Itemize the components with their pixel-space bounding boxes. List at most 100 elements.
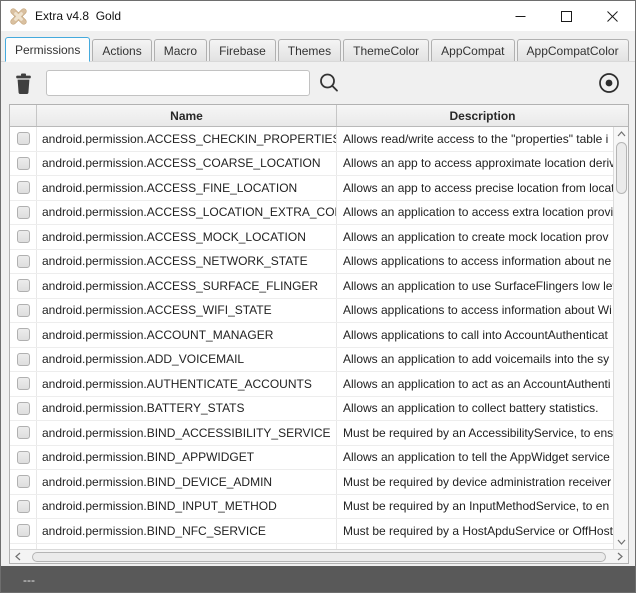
row-checkbox[interactable] bbox=[16, 450, 30, 464]
row-checkbox[interactable] bbox=[16, 524, 30, 538]
row-checkbox[interactable] bbox=[16, 156, 30, 170]
table-row[interactable]: android.permission.ACCESS_SURFACE_FLINGE… bbox=[10, 274, 613, 299]
row-name: android.permission.ACCESS_COARSE_LOCATIO… bbox=[36, 151, 336, 175]
row-checkbox[interactable] bbox=[16, 352, 30, 366]
row-checkbox[interactable] bbox=[16, 328, 30, 342]
window-controls bbox=[497, 1, 635, 31]
row-description: Allows applications to access informatio… bbox=[336, 298, 613, 322]
close-button[interactable] bbox=[589, 1, 635, 31]
table-row[interactable]: android.permission.BIND_NFC_SERVICE Must… bbox=[10, 519, 613, 544]
tab-bar: Permissions Actions Macro Firebase Theme… bbox=[1, 31, 635, 62]
row-description: Must be required by device administratio… bbox=[336, 470, 613, 494]
table-row[interactable]: android.permission.ACCESS_CHECKIN_PROPER… bbox=[10, 127, 613, 152]
row-description: Allows an application to use SurfaceFlin… bbox=[336, 274, 613, 298]
table-row[interactable]: android.permission.ACCESS_MOCK_LOCATION … bbox=[10, 225, 613, 250]
row-checkbox-cell bbox=[10, 127, 36, 151]
row-checkbox-cell bbox=[10, 176, 36, 200]
column-header-description[interactable]: Description bbox=[336, 105, 628, 126]
row-checkbox[interactable] bbox=[16, 303, 30, 317]
table-row[interactable]: android.permission.ACCOUNT_MANAGER Allow… bbox=[10, 323, 613, 348]
search-input[interactable] bbox=[46, 70, 310, 96]
tab-label: Actions bbox=[102, 43, 142, 58]
row-checkbox-cell bbox=[10, 250, 36, 274]
row-description: Allows an app to access approximate loca… bbox=[336, 151, 613, 175]
row-checkbox-cell bbox=[10, 446, 36, 470]
table-row[interactable]: android.permission.ACCESS_LOCATION_EXTRA… bbox=[10, 200, 613, 225]
minimize-button[interactable] bbox=[497, 1, 543, 31]
maximize-button[interactable] bbox=[543, 1, 589, 31]
row-name: android.permission.ADD_VOICEMAIL bbox=[36, 347, 336, 371]
status-text: --- bbox=[23, 573, 35, 587]
table-row[interactable]: android.permission.ADD_VOICEMAIL Allows … bbox=[10, 347, 613, 372]
tab-themes[interactable]: Themes bbox=[277, 39, 342, 61]
vertical-scrollbar-thumb[interactable] bbox=[615, 142, 627, 194]
row-description: Must be required by a HostApduService or… bbox=[336, 519, 613, 543]
table-row[interactable]: android.permission.ACCESS_FINE_LOCATION … bbox=[10, 176, 613, 201]
row-name: android.permission.BIND_NFC_SERVICE bbox=[36, 519, 336, 543]
table-row[interactable]: android.permission.ACCESS_COARSE_LOCATIO… bbox=[10, 151, 613, 176]
horizontal-scrollbar[interactable] bbox=[10, 549, 628, 563]
row-checkbox[interactable] bbox=[16, 205, 30, 219]
row-name: android.permission.ACCESS_SURFACE_FLINGE… bbox=[36, 274, 336, 298]
row-name: android.permission.ACCESS_FINE_LOCATION bbox=[36, 176, 336, 200]
row-checkbox-cell bbox=[10, 152, 36, 176]
search-icon[interactable] bbox=[318, 72, 340, 94]
row-checkbox[interactable] bbox=[16, 181, 30, 195]
vertical-scrollbar[interactable] bbox=[613, 127, 628, 549]
row-description: Allows an application to tell the AppWid… bbox=[336, 445, 613, 469]
row-checkbox-cell bbox=[10, 470, 36, 494]
table-row[interactable]: android.permission.BATTERY_STATS Allows … bbox=[10, 396, 613, 421]
row-checkbox-cell bbox=[10, 225, 36, 249]
window-title: Extra v4.8 Gold bbox=[35, 9, 122, 23]
row-checkbox[interactable] bbox=[16, 499, 30, 513]
row-checkbox[interactable] bbox=[16, 401, 30, 415]
horizontal-scrollbar-thumb[interactable] bbox=[32, 551, 606, 562]
table-row[interactable]: android.permission.BIND_APPWIDGET Allows… bbox=[10, 445, 613, 470]
app-icon bbox=[10, 7, 27, 25]
table-row[interactable]: android.permission.BIND_INPUT_METHOD Mus… bbox=[10, 494, 613, 519]
tab-appcompat[interactable]: AppCompat bbox=[431, 39, 515, 61]
table-row[interactable]: android.permission.ACCESS_WIFI_STATE All… bbox=[10, 298, 613, 323]
row-checkbox[interactable] bbox=[16, 377, 30, 391]
table-row[interactable]: android.permission.BIND_DEVICE_ADMIN Mus… bbox=[10, 470, 613, 495]
row-description: Allows read/write access to the "propert… bbox=[336, 127, 613, 151]
row-name: android.permission.ACCESS_MOCK_LOCATION bbox=[36, 225, 336, 249]
row-name: android.permission.BIND_DEVICE_ADMIN bbox=[36, 470, 336, 494]
record-target-icon[interactable] bbox=[598, 72, 620, 94]
table-row[interactable]: android.permission.AUTHENTICATE_ACCOUNTS… bbox=[10, 372, 613, 397]
row-description: Allows an application to add voicemails … bbox=[336, 347, 613, 371]
scroll-left-icon[interactable] bbox=[10, 550, 26, 564]
delete-button[interactable] bbox=[14, 73, 33, 94]
row-checkbox[interactable] bbox=[16, 475, 30, 489]
tab-macro[interactable]: Macro bbox=[153, 39, 208, 61]
row-checkbox[interactable] bbox=[16, 279, 30, 293]
column-header-name[interactable]: Name bbox=[36, 105, 336, 126]
row-name: android.permission.BIND_APPWIDGET bbox=[36, 445, 336, 469]
row-checkbox[interactable] bbox=[16, 230, 30, 244]
row-checkbox[interactable] bbox=[16, 254, 30, 268]
tab-themecolor[interactable]: ThemeColor bbox=[343, 39, 430, 61]
scroll-down-icon[interactable] bbox=[614, 535, 629, 549]
table-row[interactable]: android.permission.BIND_ACCESSIBILITY_SE… bbox=[10, 421, 613, 446]
row-checkbox-cell bbox=[10, 519, 36, 543]
row-checkbox-cell bbox=[10, 372, 36, 396]
row-checkbox-cell bbox=[10, 299, 36, 323]
scroll-right-icon[interactable] bbox=[612, 550, 628, 564]
tab-firebase[interactable]: Firebase bbox=[209, 39, 276, 61]
tab-label: Firebase bbox=[219, 43, 266, 58]
row-name: android.permission.ACCESS_WIFI_STATE bbox=[36, 298, 336, 322]
column-header-checkbox[interactable] bbox=[10, 105, 36, 126]
tab-appcompatcolor[interactable]: AppCompatColor bbox=[516, 39, 629, 61]
scroll-up-icon[interactable] bbox=[614, 127, 629, 141]
table-row[interactable]: android.permission.ACCESS_NETWORK_STATE … bbox=[10, 249, 613, 274]
row-description: Allows applications to call into Account… bbox=[336, 323, 613, 347]
permissions-table: Name Description android.permission.ACCE… bbox=[9, 104, 629, 564]
row-checkbox[interactable] bbox=[16, 132, 30, 146]
row-checkbox-cell bbox=[10, 495, 36, 519]
row-description: Allows an application to act as an Accou… bbox=[336, 372, 613, 396]
tab-actions[interactable]: Actions bbox=[92, 39, 152, 61]
tab-label: AppCompat bbox=[441, 43, 505, 58]
row-name: android.permission.ACCESS_NETWORK_STATE bbox=[36, 249, 336, 273]
tab-permissions[interactable]: Permissions bbox=[5, 37, 91, 62]
row-checkbox[interactable] bbox=[16, 426, 30, 440]
